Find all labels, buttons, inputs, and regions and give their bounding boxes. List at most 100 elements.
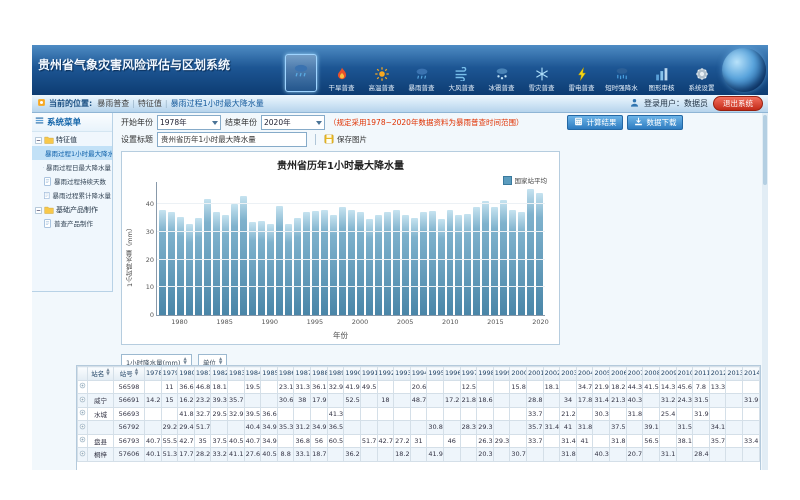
value-cell: 31	[410, 434, 427, 448]
value-cell	[327, 394, 344, 408]
year-header-2003[interactable]: 2003	[560, 367, 577, 381]
year-header-2012[interactable]: 2012	[709, 367, 726, 381]
value-cell	[560, 380, 577, 394]
row-select-radio[interactable]	[79, 424, 86, 432]
table-row: 水城5669341.832.729.532.939.536.641.333.72…	[78, 407, 760, 421]
row-select-radio[interactable]	[79, 383, 86, 391]
nav-item-bolt[interactable]: 雷电普查	[563, 66, 600, 92]
start-year-select[interactable]: 1978年	[157, 115, 221, 130]
year-header-1986[interactable]: 1986	[277, 367, 294, 381]
year-header-1994[interactable]: 1994	[410, 367, 427, 381]
nav-item-hail[interactable]: 冰雹普查	[483, 66, 520, 92]
value-cell: 41.1	[228, 448, 245, 462]
year-header-2013[interactable]: 2013	[726, 367, 743, 381]
tree-item[interactable]: 暴雨过程持续天数	[32, 174, 112, 188]
nav-item-flame[interactable]: 干旱普查	[323, 66, 360, 92]
nav-item-rain[interactable]: 暴雨普查	[403, 66, 440, 92]
year-header-1989[interactable]: 1989	[327, 367, 344, 381]
year-header-1991[interactable]: 1991	[360, 367, 377, 381]
tree-item[interactable]: 暴雨过程1小时最大降水量	[32, 146, 112, 160]
station-id-cell: 56693	[114, 407, 145, 421]
value-cell	[211, 421, 228, 435]
year-header-1980[interactable]: 1980	[178, 367, 195, 381]
row-select-radio[interactable]	[79, 437, 86, 445]
bar-2020	[536, 193, 543, 315]
download-data-button[interactable]: 数据下载	[627, 115, 683, 130]
vertical-scrollbar[interactable]	[762, 113, 768, 470]
calculate-button[interactable]: 计算结果	[567, 115, 623, 130]
tree-item[interactable]: 普查产品制作	[32, 216, 112, 230]
breadcrumb-item[interactable]: 暴雨普查	[97, 99, 129, 108]
value-cell: 40.5	[261, 448, 278, 462]
year-header-2009[interactable]: 2009	[659, 367, 676, 381]
nav-item-heavyrain[interactable]: 短时强降水	[603, 66, 640, 92]
year-header-1981[interactable]: 1981	[194, 367, 211, 381]
row-select-cell	[78, 394, 88, 408]
year-header-1997[interactable]: 1997	[460, 367, 477, 381]
year-header-1988[interactable]: 1988	[311, 367, 328, 381]
year-header-1978[interactable]: 1978	[145, 367, 162, 381]
breadcrumb-item[interactable]: 特征值	[138, 99, 162, 108]
value-cell	[344, 421, 361, 435]
year-header-1999[interactable]: 1999	[493, 367, 510, 381]
year-header-1979[interactable]: 1979	[161, 367, 178, 381]
station-name-cell: 桐梓	[88, 448, 114, 462]
bar-2010	[447, 210, 454, 315]
scrollbar-thumb[interactable]	[763, 115, 767, 185]
row-select-radio[interactable]	[79, 451, 86, 459]
year-header-1987[interactable]: 1987	[294, 367, 311, 381]
year-header-2008[interactable]: 2008	[643, 367, 660, 381]
breadcrumb-separator: |	[132, 99, 135, 108]
year-header-2004[interactable]: 2004	[576, 367, 593, 381]
year-header-2006[interactable]: 2006	[610, 367, 627, 381]
row-select-cell	[78, 434, 88, 448]
year-header-2010[interactable]: 2010	[676, 367, 693, 381]
value-cell	[145, 421, 162, 435]
year-header-1982[interactable]: 1982	[211, 367, 228, 381]
active-module-box[interactable]	[285, 54, 317, 92]
year-header-1990[interactable]: 1990	[344, 367, 361, 381]
tree-group[interactable]: 基础产品制作	[32, 202, 112, 216]
year-header-1998[interactable]: 1998	[477, 367, 494, 381]
save-image-button[interactable]: 保存图片	[324, 134, 367, 146]
chart-title-input[interactable]	[157, 132, 307, 147]
tree-item[interactable]: 暴雨过程累计降水量	[32, 188, 112, 202]
year-header-2001[interactable]: 2001	[527, 367, 544, 381]
nav-item-gear[interactable]: 系统设置	[683, 66, 720, 92]
year-header-1983[interactable]: 1983	[228, 367, 245, 381]
value-cell	[659, 421, 676, 435]
year-header-1984[interactable]: 1984	[244, 367, 261, 381]
end-year-label: 结束年份	[225, 117, 257, 128]
row-select-radio[interactable]	[79, 410, 86, 418]
value-cell: 28.4	[693, 448, 710, 462]
bar-1999	[348, 210, 355, 315]
year-header-2014[interactable]: 2014	[742, 367, 759, 381]
year-header-1995[interactable]: 1995	[427, 367, 444, 381]
nav-item-wind[interactable]: 大风普查	[443, 66, 480, 92]
row-select-radio[interactable]	[79, 397, 86, 405]
value-cell: 27.6	[244, 448, 261, 462]
year-header-2000[interactable]: 2000	[510, 367, 527, 381]
year-header-1985[interactable]: 1985	[261, 367, 278, 381]
year-header-1993[interactable]: 1993	[394, 367, 411, 381]
nav-item-sun[interactable]: 高温普查	[363, 66, 400, 92]
year-header-1996[interactable]: 1996	[443, 367, 460, 381]
nav-item-chart[interactable]: 图形审核	[643, 66, 680, 92]
snow-icon	[532, 66, 552, 81]
station-id-header[interactable]: 站号▲▼	[114, 367, 145, 381]
tree-group[interactable]: 特征值	[32, 132, 112, 146]
breadcrumb-item[interactable]: 暴雨过程1小时最大降水量	[171, 99, 264, 108]
nav-item-snow[interactable]: 雪灾普查	[523, 66, 560, 92]
station-name-header[interactable]: 站名▲▼	[88, 367, 114, 381]
year-header-1992[interactable]: 1992	[377, 367, 394, 381]
year-header-2011[interactable]: 2011	[693, 367, 710, 381]
logout-button[interactable]: 退出系统	[713, 96, 763, 111]
year-header-2002[interactable]: 2002	[543, 367, 560, 381]
value-cell: 56.5	[643, 434, 660, 448]
end-year-select[interactable]: 2020年	[261, 115, 325, 130]
tree-item[interactable]: 暴雨过程日最大降水量	[32, 160, 112, 174]
value-cell: 36.2	[344, 448, 361, 462]
year-header-2005[interactable]: 2005	[593, 367, 610, 381]
year-header-2007[interactable]: 2007	[626, 367, 643, 381]
sidebar-title-text: 系统菜单	[47, 116, 81, 128]
